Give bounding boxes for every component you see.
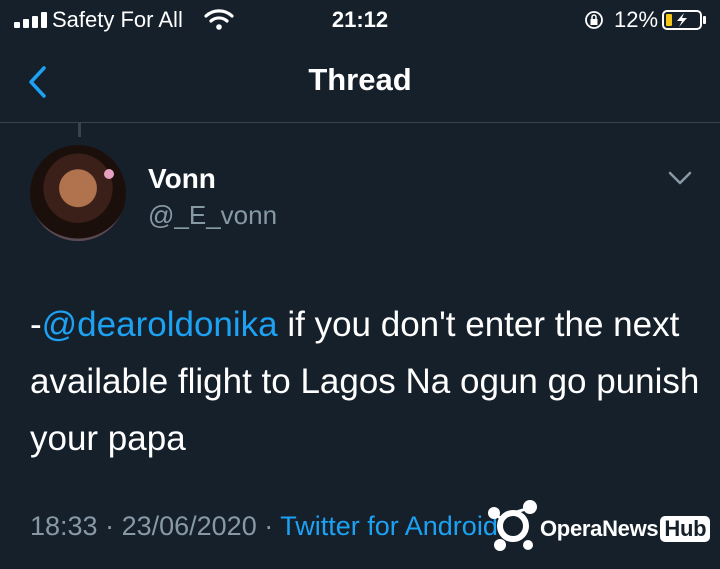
tweet-text: -@dearoldonika if you don't enter the ne… (30, 296, 700, 467)
status-bar: Safety For All 21:12 12% (0, 0, 720, 40)
mention-link[interactable]: @dearoldonika (42, 305, 278, 344)
thread-connector-line (78, 123, 81, 137)
status-time: 21:12 (331, 7, 389, 32)
opera-news-logo-icon (488, 500, 537, 551)
header-divider (0, 122, 720, 123)
author-handle: @_E_vonn (148, 200, 278, 230)
tweet-time: 18:33 (30, 511, 98, 541)
tweet-meta: 18:33 · 23/06/2020 · Twitter for Android (30, 511, 498, 542)
watermark-badge: Hub (660, 516, 711, 542)
tweet-source-link[interactable]: Twitter for Android (280, 511, 498, 541)
watermark-main: OperaNews (540, 516, 659, 541)
battery-charging-icon (662, 10, 706, 30)
battery-percent: 12% (614, 7, 659, 32)
meta-separator-2: · (256, 511, 281, 541)
chevron-down-icon[interactable] (664, 164, 696, 192)
tweet-text-prefix: - (30, 305, 42, 344)
page-title: Thread (308, 62, 412, 97)
heart-sticker-icon (104, 169, 114, 179)
meta-separator: · (97, 511, 122, 541)
author-name[interactable]: Vonn (148, 163, 216, 195)
avatar[interactable] (30, 145, 126, 241)
navigation-bar: Thread (0, 50, 720, 120)
orientation-lock-icon (585, 11, 603, 29)
watermark-text: OperaNews Hub (540, 516, 711, 542)
tweet-date: 23/06/2020 (121, 511, 257, 541)
